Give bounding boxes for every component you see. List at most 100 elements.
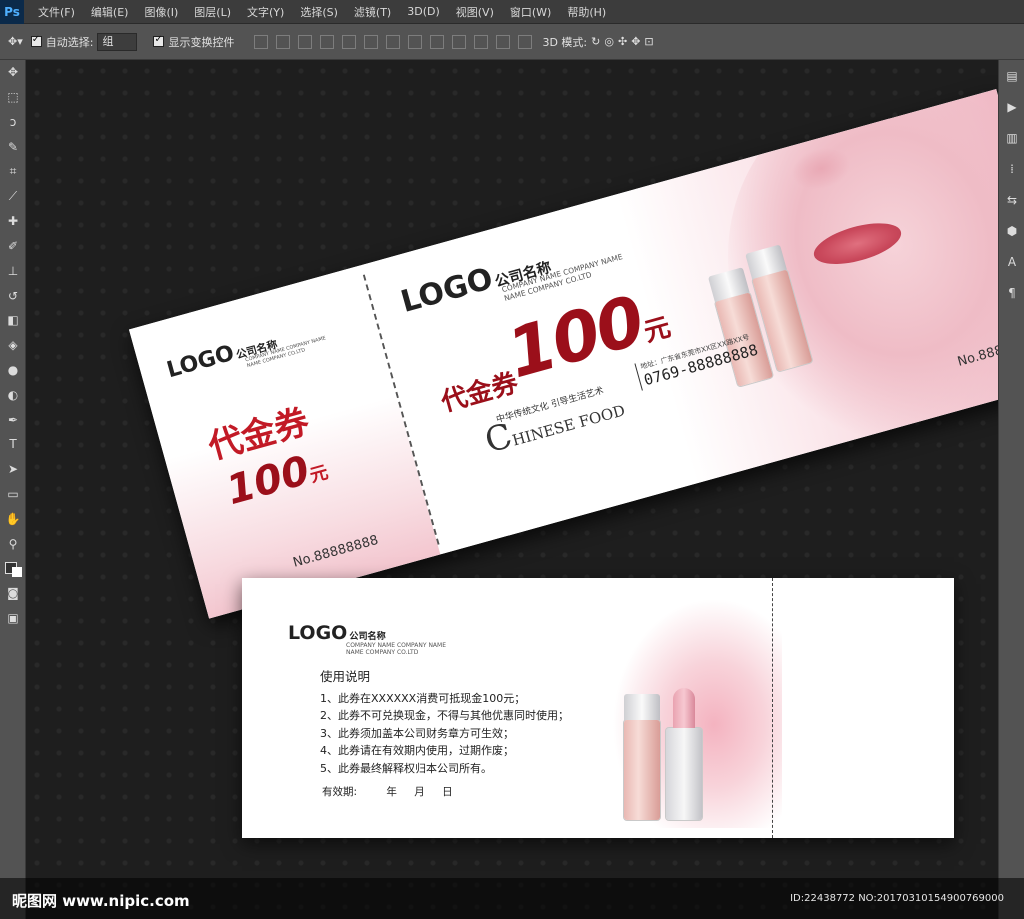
eraser-tool-icon[interactable]: ◧ — [0, 308, 26, 333]
menu-select[interactable]: 选择(S) — [292, 4, 346, 20]
swatches-panel-icon[interactable]: ⁞ — [999, 153, 1024, 184]
rectangle-tool-icon[interactable]: ▭ — [0, 482, 26, 507]
usage-rule-4: 4、此券请在有效期内使用，过期作废； — [320, 744, 514, 757]
3d-scale-icon[interactable]: ⊡ — [644, 35, 653, 48]
document-canvas[interactable]: LOGO 公司名称 COMPANY NAME COMPANY NAME NAME … — [26, 60, 998, 919]
tools-panel: ✥ ⬚ ↄ ✎ ⌗ ⟋ ✚ ✐ ⊥ ↺ ◧ ◈ ● ◐ ✒ T ➤ ▭ ✋ ⚲ … — [0, 60, 26, 919]
menu-edit[interactable]: 编辑(E) — [83, 4, 137, 20]
watermark-id: ID:22438772 NO:20170310154900769000 — [790, 893, 1004, 904]
distribute-top-icon[interactable] — [386, 34, 401, 49]
usage-heading: 使用说明 — [320, 669, 371, 684]
3d-pan-icon[interactable]: ✣ — [618, 35, 627, 48]
hand-tool-icon[interactable]: ✋ — [0, 506, 26, 531]
back-company-name: 公司名称 — [349, 632, 386, 642]
distribute-right-icon[interactable] — [496, 34, 511, 49]
pen-tool-icon[interactable]: ✒ — [0, 407, 26, 432]
distribute-hcenter-icon[interactable] — [474, 34, 489, 49]
main-logo: LOGO — [397, 261, 497, 320]
usage-instructions: 使用说明 1、此券在XXXXXX消费可抵现金100元； 2、此券不可兑换现金，不… — [320, 668, 569, 777]
lasso-tool-icon[interactable]: ↄ — [0, 110, 26, 135]
stub-serial: No.88888888 — [291, 532, 381, 571]
move-tool-icon[interactable]: ✥ — [0, 60, 26, 85]
screen-mode-icon[interactable]: ▣ — [0, 606, 26, 631]
menu-filter[interactable]: 滤镜(T) — [346, 4, 399, 20]
distribute-bottom-icon[interactable] — [430, 34, 445, 49]
validity-day: 日 — [442, 786, 453, 798]
back-company-en-1: COMPANY NAME COMPANY NAME — [346, 642, 447, 649]
auto-select-checkbox[interactable] — [30, 34, 42, 47]
path-select-tool-icon[interactable]: ➤ — [0, 457, 26, 482]
type-tool-icon[interactable]: T — [0, 432, 26, 457]
back-lipstick-2 — [666, 688, 702, 820]
paint-bucket-tool-icon[interactable]: ◈ — [0, 333, 26, 358]
actions-panel-icon[interactable]: ▶ — [999, 91, 1024, 122]
menu-bar: Ps 文件(F) 编辑(E) 图像(I) 图层(L) 文字(Y) 选择(S) 滤… — [0, 0, 1024, 24]
move-tool-preset[interactable]: ✥▾ — [8, 35, 23, 48]
quick-select-tool-icon[interactable]: ✎ — [0, 134, 26, 159]
usage-rule-1: 1、此券在XXXXXX消费可抵现金100元； — [320, 691, 526, 705]
history-panel-icon[interactable]: ▤ — [999, 60, 1024, 91]
menu-image[interactable]: 图像(I) — [136, 4, 186, 20]
back-lipstick-1 — [624, 694, 660, 820]
3d-roll-icon[interactable]: ◎ — [604, 35, 614, 48]
menu-help[interactable]: 帮助(H) — [559, 4, 614, 20]
quick-mask-icon[interactable]: ◙ — [0, 581, 26, 606]
usage-rule-5: 5、此券最终解释权归本公司所有。 — [320, 761, 492, 775]
character-panel-icon[interactable]: A — [999, 246, 1024, 277]
panel-dock: ▤ ▶ ▥ ⁞ ⇆ ⬢ A ¶ — [998, 60, 1024, 919]
color-swatches-icon[interactable] — [0, 556, 26, 581]
photoshop-icon[interactable]: Ps — [0, 0, 24, 24]
show-transform-checkbox[interactable] — [153, 34, 165, 47]
menu-type[interactable]: 文字(Y) — [239, 4, 292, 20]
validity-year: 年 — [386, 786, 397, 798]
align-buttons — [252, 34, 534, 49]
options-bar: ✥▾ 自动选择: 组 显示变换控件 3D 模式: ↻ ◎ ✣ ✥ ⊡ — [0, 24, 1024, 60]
align-hcenter-icon[interactable] — [342, 34, 357, 49]
color-panel-icon[interactable]: ▥ — [999, 122, 1024, 153]
align-bottom-icon[interactable] — [298, 34, 313, 49]
menu-3d[interactable]: 3D(D) — [399, 5, 448, 18]
dodge-tool-icon[interactable]: ◐ — [0, 382, 26, 407]
paragraph-panel-icon[interactable]: ¶ — [999, 277, 1024, 308]
usage-rule-3: 3、此券须加盖本公司财务章方可生效； — [320, 726, 514, 740]
move-icon: ✥▾ — [8, 35, 23, 48]
back-company-en-2: NAME COMPANY CO.LTD — [346, 649, 419, 656]
3d-slide-icon[interactable]: ✥ — [631, 35, 640, 48]
main-amount: 100 — [499, 281, 652, 395]
validity-label: 有效期: — [322, 786, 358, 798]
brush-tool-icon[interactable]: ✐ — [0, 234, 26, 259]
3d-panel-icon[interactable]: ⬢ — [999, 215, 1024, 246]
menu-layer[interactable]: 图层(L) — [186, 4, 239, 20]
align-vcenter-icon[interactable] — [276, 34, 291, 49]
crop-tool-icon[interactable]: ⌗ — [0, 159, 26, 184]
watermark-site: 昵图网 www.nipic.com — [12, 892, 190, 910]
clone-stamp-tool-icon[interactable]: ⊥ — [0, 258, 26, 283]
menu-view[interactable]: 视图(V) — [448, 4, 502, 20]
menu-window[interactable]: 窗口(W) — [502, 4, 559, 20]
voucher-main: LOGO公司名称 COMPANY NAME COMPANY NAME NAME … — [362, 88, 998, 554]
usage-rule-2: 2、此券不可兑换现金，不得与其他优惠同时使用； — [320, 709, 569, 722]
align-top-icon[interactable] — [254, 34, 269, 49]
show-transform-label: 显示变换控件 — [168, 35, 235, 49]
distribute-vcenter-icon[interactable] — [408, 34, 423, 49]
validity-month: 月 — [414, 786, 425, 798]
back-perforation-line — [772, 578, 773, 838]
blur-tool-icon[interactable]: ● — [0, 358, 26, 383]
3d-rotate-icon[interactable]: ↻ — [591, 35, 600, 48]
zoom-tool-icon[interactable]: ⚲ — [0, 531, 26, 556]
auto-select-dropdown[interactable]: 组 — [97, 32, 138, 51]
align-left-icon[interactable] — [320, 34, 335, 49]
history-brush-tool-icon[interactable]: ↺ — [0, 283, 26, 308]
eyedropper-tool-icon[interactable]: ⟋ — [0, 184, 26, 209]
adjustments-panel-icon[interactable]: ⇆ — [999, 184, 1024, 215]
distribute-left-icon[interactable] — [452, 34, 467, 49]
marquee-tool-icon[interactable]: ⬚ — [0, 85, 26, 110]
menu-file[interactable]: 文件(F) — [30, 4, 83, 20]
3d-mode-label: 3D 模式: — [542, 35, 588, 49]
align-right-icon[interactable] — [364, 34, 379, 49]
stub-logo: LOGO — [164, 340, 238, 384]
voucher-front: LOGO公司名称 COMPANY NAME COMPANY NAME NAME … — [128, 88, 998, 619]
healing-brush-tool-icon[interactable]: ✚ — [0, 209, 26, 234]
auto-align-icon[interactable] — [518, 34, 533, 49]
auto-select-label: 自动选择: — [45, 35, 94, 49]
